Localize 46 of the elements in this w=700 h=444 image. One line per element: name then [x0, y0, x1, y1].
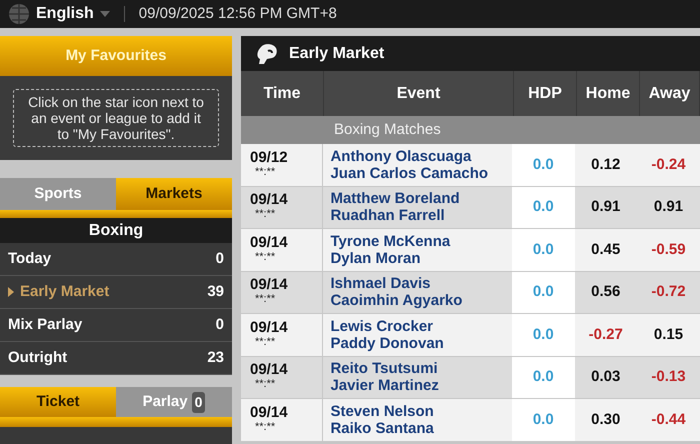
time-cell: 09/14 **:** [241, 399, 324, 440]
datetime: 09/09/2025 12:56 PM GMT+8 [138, 4, 337, 24]
event-cell[interactable]: Tyrone McKenna Dylan Moran [323, 229, 512, 270]
market-header: Early Market [241, 36, 700, 71]
odds-cell[interactable]: 0.91 [637, 186, 700, 228]
odds-cell[interactable]: 0.45 [574, 229, 637, 270]
favourites-hint: Click on the star icon next to an event or league to add it to "My Favourites". [13, 89, 219, 147]
odds-cell[interactable]: 0.91 [574, 186, 637, 228]
time-cell: 09/14 **:** [241, 272, 324, 313]
odds-cell[interactable]: -0.27 [574, 314, 637, 356]
market-item[interactable]: Today 0 [0, 243, 232, 276]
market-item[interactable]: Outright 23 [0, 342, 232, 375]
caret-icon [100, 11, 110, 17]
market-item[interactable]: Mix Parlay 0 [0, 309, 232, 342]
boxing-glove-icon [255, 42, 279, 64]
event-cell[interactable]: Lewis Crocker Paddy Donovan [323, 314, 512, 356]
odds-cell[interactable]: -0.72 [637, 272, 700, 313]
nav-tab[interactable]: Markets [116, 178, 232, 210]
odds-cell[interactable]: -0.44 [637, 399, 700, 440]
event-cell[interactable]: Reito Tsutsumi Javier Martinez [323, 356, 512, 398]
ticket-tab[interactable]: Parlay 0 [116, 387, 232, 417]
caret-icon [8, 287, 14, 297]
time-cell: 09/14 **:** [241, 229, 324, 270]
time-cell: 09/14 **:** [241, 314, 324, 356]
event-cell[interactable]: Steven Nelson Raiko Santana [323, 399, 512, 440]
odds-cell[interactable]: -0.59 [637, 229, 700, 270]
odds-cell[interactable]: -0.13 [637, 356, 700, 398]
globe-icon [8, 3, 30, 25]
event-cell[interactable]: Ishmael Davis Caoimhin Agyarko [323, 272, 512, 313]
time-cell: 09/14 **:** [241, 186, 324, 228]
ticket-tab[interactable]: Ticket [0, 387, 116, 417]
odds-cell[interactable]: 0.12 [574, 144, 637, 186]
event-cell[interactable]: Matthew Boreland Ruadhan Farrell [323, 186, 512, 228]
odds-cell[interactable]: -0.24 [637, 144, 700, 186]
market-item[interactable]: Early Market 39 [0, 276, 232, 309]
favourites-header: My Favourites [0, 36, 232, 76]
event-cell[interactable]: Anthony Olascuaga Juan Carlos Camacho [323, 144, 512, 186]
odds-cell[interactable]: 0.15 [637, 314, 700, 356]
odds-cell[interactable]: 0.56 [574, 272, 637, 313]
time-cell: 09/14 **:** [241, 356, 324, 398]
language-selector[interactable]: English [36, 2, 110, 26]
odds-cell[interactable]: 0.30 [574, 399, 637, 440]
time-cell: 09/12 **:** [241, 144, 324, 186]
odds-cell[interactable]: 0.03 [574, 356, 637, 398]
sport-header: Boxing [0, 218, 232, 243]
group-header: Boxing Matches [334, 120, 441, 140]
